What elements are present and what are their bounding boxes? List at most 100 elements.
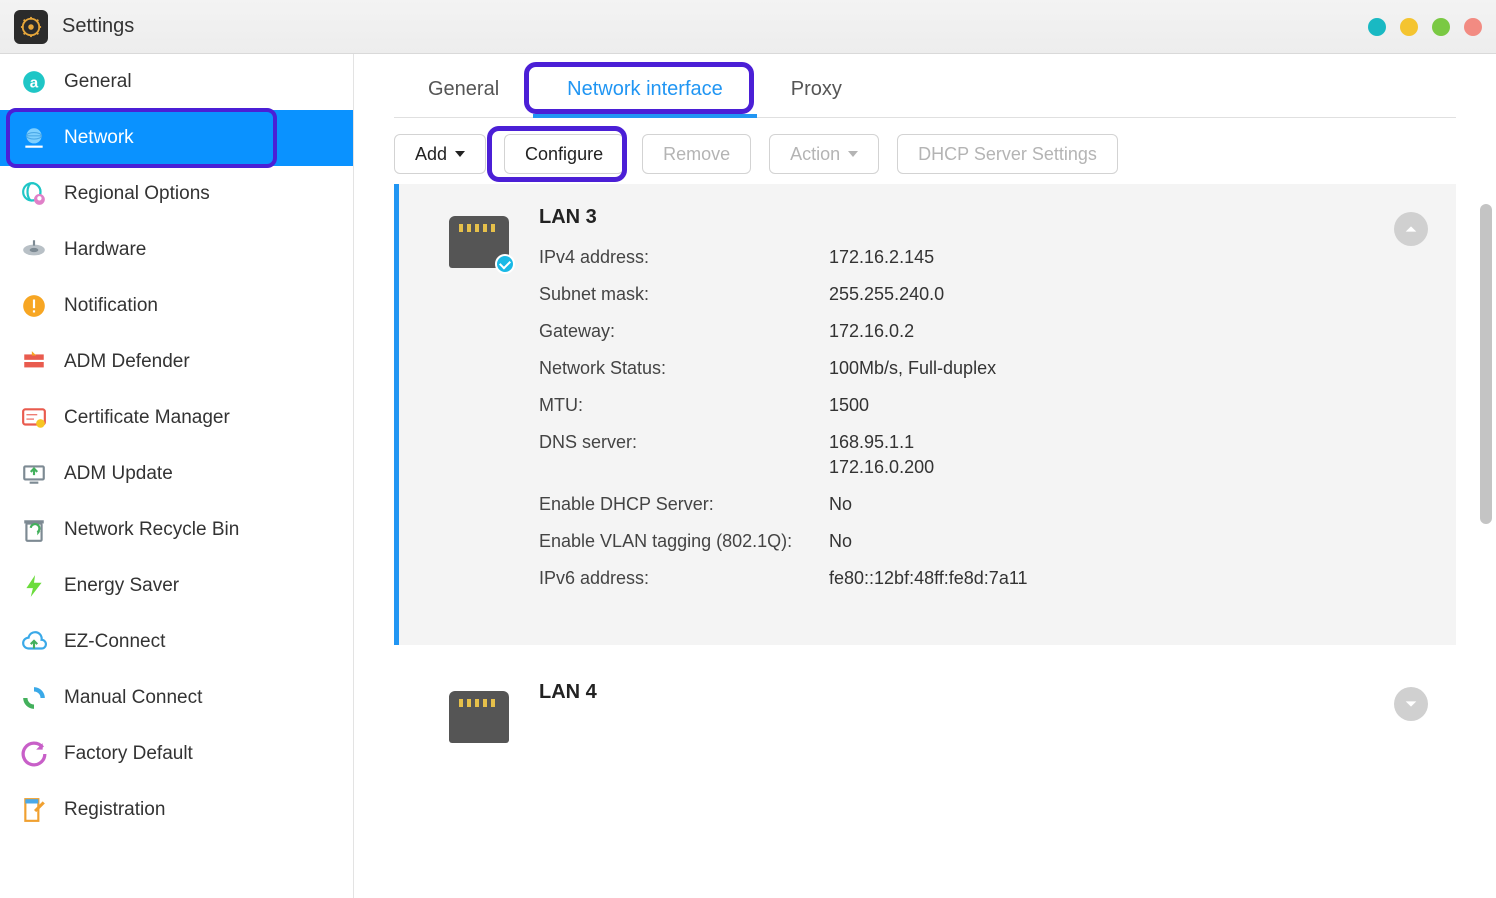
expand-button[interactable] xyxy=(1394,687,1428,721)
tab-label: General xyxy=(428,78,499,100)
interface-title: LAN 3 xyxy=(539,206,1426,229)
field-value: 100Mb/s, Full-duplex xyxy=(829,358,996,379)
sidebar-item-label: ADM Defender xyxy=(64,351,190,373)
field-label: Enable VLAN tagging (802.1Q): xyxy=(539,531,829,552)
sidebar-item-label: Network xyxy=(64,127,134,149)
sidebar-item-update[interactable]: ADM Update xyxy=(0,446,353,502)
recycle-icon xyxy=(20,516,48,544)
sidebar-item-label: Factory Default xyxy=(64,743,193,765)
sidebar-item-energy[interactable]: Energy Saver xyxy=(0,558,353,614)
scrollbar-track[interactable] xyxy=(1480,204,1492,858)
field-label: Subnet mask: xyxy=(539,284,829,305)
field-label: Enable DHCP Server: xyxy=(539,494,829,515)
sidebar-item-ezconnect[interactable]: EZ-Connect xyxy=(0,614,353,670)
field-label: MTU: xyxy=(539,395,829,416)
svg-text:a: a xyxy=(30,74,39,91)
sidebar-item-label: Hardware xyxy=(64,239,146,261)
sidebar-item-network[interactable]: Network xyxy=(0,110,353,166)
field-value: No xyxy=(829,494,852,515)
sidebar-item-manual[interactable]: Manual Connect xyxy=(0,670,353,726)
notification-icon xyxy=(20,292,48,320)
sidebar-item-hardware[interactable]: Hardware xyxy=(0,222,353,278)
sidebar-item-label: Manual Connect xyxy=(64,687,202,709)
field-label: IPv4 address: xyxy=(539,247,829,268)
field-label: IPv6 address: xyxy=(539,568,829,589)
interface-list: LAN 3 IPv4 address:172.16.2.145 Subnet m… xyxy=(354,180,1496,898)
chevron-up-icon xyxy=(1403,221,1419,237)
dhcp-settings-button[interactable]: DHCP Server Settings xyxy=(897,134,1118,174)
ethernet-port-icon xyxy=(449,216,509,268)
field-value: 172.16.0.2 xyxy=(829,321,914,342)
sidebar-item-label: Network Recycle Bin xyxy=(64,519,239,541)
sidebar-item-label: ADM Update xyxy=(64,463,173,485)
sidebar-item-regional[interactable]: Regional Options xyxy=(0,166,353,222)
action-button[interactable]: Action xyxy=(769,134,879,174)
network-icon xyxy=(20,124,48,152)
regional-icon xyxy=(20,180,48,208)
cloud-icon xyxy=(20,628,48,656)
tab-label: Network interface xyxy=(567,78,723,100)
button-label: DHCP Server Settings xyxy=(918,144,1097,165)
field-value: 172.16.2.145 xyxy=(829,247,934,268)
window-dot-3[interactable] xyxy=(1432,18,1450,36)
chevron-down-icon xyxy=(1403,696,1419,712)
interface-body: LAN 3 IPv4 address:172.16.2.145 Subnet m… xyxy=(539,206,1426,605)
sidebar-item-general[interactable]: a General xyxy=(0,54,353,110)
manual-connect-icon xyxy=(20,684,48,712)
sidebar-item-label: EZ-Connect xyxy=(64,631,165,653)
sidebar-item-registration[interactable]: Registration xyxy=(0,782,353,838)
scrollbar-thumb[interactable] xyxy=(1480,204,1492,524)
window-dot-2[interactable] xyxy=(1400,18,1418,36)
factory-default-icon xyxy=(20,740,48,768)
field-label: Gateway: xyxy=(539,321,829,342)
sidebar-item-label: Regional Options xyxy=(64,183,210,205)
remove-button[interactable]: Remove xyxy=(642,134,751,174)
sidebar-item-label: Registration xyxy=(64,799,165,821)
tab-label: Proxy xyxy=(791,78,842,100)
interface-title: LAN 4 xyxy=(539,681,1426,704)
sidebar-item-recycle[interactable]: Network Recycle Bin xyxy=(0,502,353,558)
tab-network-interface[interactable]: Network interface xyxy=(533,68,757,117)
field-label: DNS server: xyxy=(539,432,829,478)
button-label: Add xyxy=(415,144,447,165)
button-label: Remove xyxy=(663,144,730,165)
titlebar: Settings xyxy=(0,0,1496,54)
interface-card-lan3[interactable]: LAN 3 IPv4 address:172.16.2.145 Subnet m… xyxy=(394,184,1456,645)
sidebar-item-label: General xyxy=(64,71,132,93)
sidebar-item-factory[interactable]: Factory Default xyxy=(0,726,353,782)
button-label: Configure xyxy=(525,144,603,165)
window-dot-1[interactable] xyxy=(1368,18,1386,36)
content-pane: General Network interface Proxy Add Conf… xyxy=(354,54,1496,898)
tab-proxy[interactable]: Proxy xyxy=(757,68,876,117)
hardware-icon xyxy=(20,236,48,264)
window-dot-4[interactable] xyxy=(1464,18,1482,36)
field-value: fe80::12bf:48ff:fe8d:7a11 xyxy=(829,568,1028,589)
field-value: 255.255.240.0 xyxy=(829,284,944,305)
sidebar: a General Network Regional Options Hardw… xyxy=(0,54,354,898)
settings-app-icon xyxy=(14,10,48,44)
sidebar-item-certificate[interactable]: Certificate Manager xyxy=(0,390,353,446)
field-value: No xyxy=(829,531,852,552)
caret-down-icon xyxy=(848,151,858,157)
toolbar: Add Configure Remove Action DHCP Server … xyxy=(394,118,1456,180)
sidebar-item-defender[interactable]: ADM Defender xyxy=(0,334,353,390)
tabs: General Network interface Proxy xyxy=(394,68,1456,118)
collapse-button[interactable] xyxy=(1394,212,1428,246)
general-icon: a xyxy=(20,68,48,96)
sidebar-item-notification[interactable]: Notification xyxy=(0,278,353,334)
window-controls xyxy=(1368,18,1482,36)
tab-general[interactable]: General xyxy=(394,68,533,117)
ethernet-port-icon xyxy=(449,691,509,743)
update-icon xyxy=(20,460,48,488)
sidebar-item-label: Energy Saver xyxy=(64,575,179,597)
status-ok-icon xyxy=(495,254,515,274)
energy-icon xyxy=(20,572,48,600)
field-value: 168.95.1.1172.16.0.200 xyxy=(829,432,934,478)
window-title: Settings xyxy=(62,15,134,38)
field-label: Network Status: xyxy=(539,358,829,379)
interface-card-lan4[interactable]: LAN 4 xyxy=(394,659,1456,755)
sidebar-item-label: Notification xyxy=(64,295,158,317)
field-value: 1500 xyxy=(829,395,869,416)
add-button[interactable]: Add xyxy=(394,134,486,174)
configure-button[interactable]: Configure xyxy=(504,134,624,174)
